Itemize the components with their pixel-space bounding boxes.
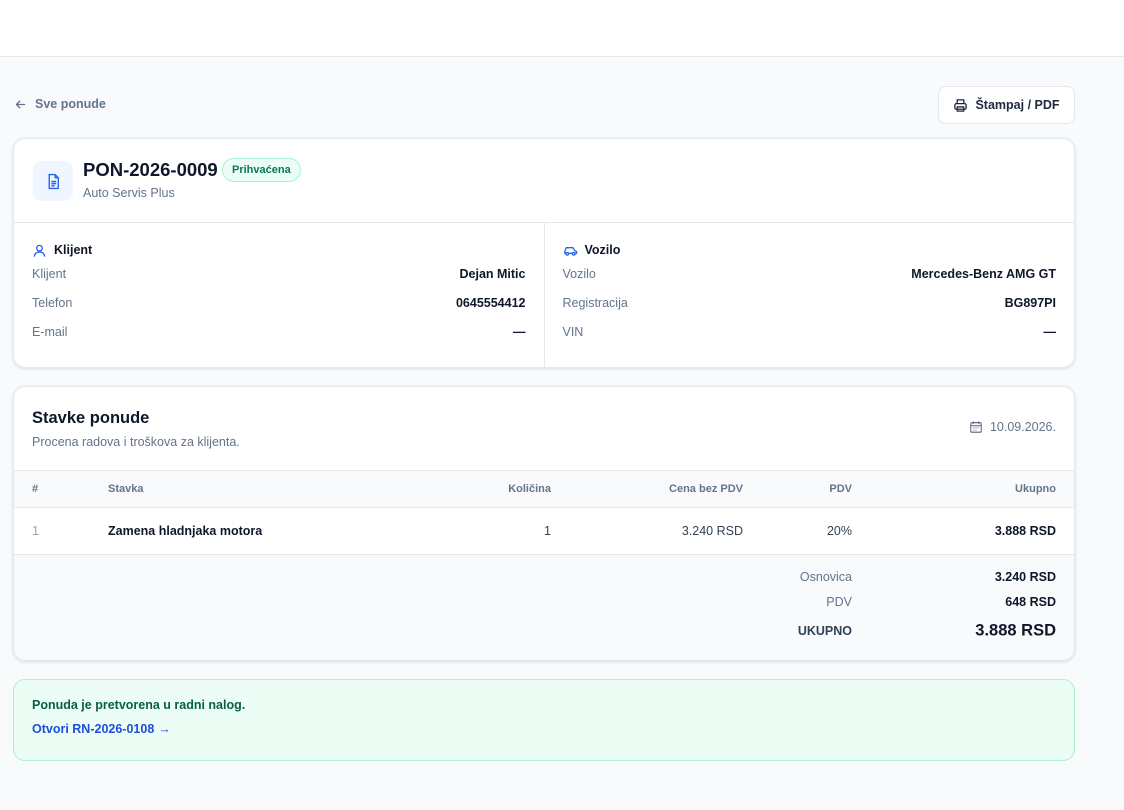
subtotal-row: Osnovica 3.240 RSD <box>14 567 1074 587</box>
back-to-quotes-link[interactable]: Sve ponude <box>14 96 106 112</box>
quote-date-value: 10.09.2026. <box>989 420 1056 434</box>
row-number: 1 <box>32 524 39 538</box>
col-header-total: Ukupno <box>1015 483 1056 495</box>
user-icon <box>33 244 46 257</box>
col-header-price: Cena bez PDV <box>669 483 743 495</box>
quote-header: PON-2026-0009 Prihvaćena Auto Servis Plu… <box>14 139 1074 223</box>
row-vat: 20% <box>826 524 852 538</box>
vehicle-model: Mercedes-Benz AMG GT <box>911 266 1056 281</box>
converted-notice: Ponuda je pretvorena u radni nalog. Otvo… <box>13 679 1075 761</box>
client-email-row: E-mail — <box>32 317 526 346</box>
client-section-title: Klijent <box>32 241 526 259</box>
row-quantity: 1 <box>544 524 551 538</box>
info-label: Registracija <box>562 295 628 310</box>
row-total: 3.888 RSD <box>994 524 1056 538</box>
row-item: Zamena hladnjaka motora <box>108 524 263 538</box>
notice-text: Ponuda je pretvorena u radni nalog. <box>32 698 246 712</box>
col-header-item: Stavka <box>108 483 144 495</box>
print-button-label: Štampaj / PDF <box>975 98 1060 112</box>
table-row: 1 Zamena hladnjaka motora 1 3.240 RSD 20… <box>14 508 1074 555</box>
vehicle-model-row: Vozilo Mercedes-Benz AMG GT <box>563 259 1057 288</box>
vehicle-section-title: Vozilo <box>563 241 1057 259</box>
grand-total-value: 3.888 RSD <box>975 621 1056 640</box>
row-price: 3.240 RSD <box>681 524 743 538</box>
info-label: Klijent <box>32 266 67 281</box>
subtotal-value: 3.240 RSD <box>994 570 1056 584</box>
quote-summary-card: PON-2026-0009 Prihvaćena Auto Servis Plu… <box>13 138 1075 368</box>
car-icon <box>563 246 577 256</box>
client-phone: 0645554412 <box>455 295 526 310</box>
items-header: Stavke ponude Procena radova i troškova … <box>14 387 1074 471</box>
quote-date: 10.09.2026. <box>969 420 1056 434</box>
grand-total-label: UKUPNO <box>797 624 852 638</box>
client-name: Dejan Mitic <box>459 266 526 281</box>
vehicle-section: Vozilo Vozilo Mercedes-Benz AMG GT Regis… <box>543 223 1075 367</box>
company-name: Auto Servis Plus <box>83 186 175 200</box>
client-email: — <box>513 324 526 339</box>
arrow-right-icon: → <box>158 722 171 736</box>
vehicle-registration-row: Registracija BG897PI <box>563 288 1057 317</box>
totals-section: Osnovica 3.240 RSD PDV 648 RSD UKUPNO 3.… <box>14 555 1074 660</box>
items-table-header: # Stavka Količina Cena bez PDV PDV Ukupn… <box>14 471 1074 508</box>
info-label: Telefon <box>32 295 73 310</box>
vat-total-value: 648 RSD <box>1005 595 1056 609</box>
vat-total-row: PDV 648 RSD <box>14 592 1074 612</box>
quote-items-card: Stavke ponude Procena radova i troškova … <box>13 386 1075 661</box>
status-badge: Prihvaćena <box>222 158 301 182</box>
open-work-order-link[interactable]: Otvori RN-2026-0108 → <box>32 722 171 736</box>
work-order-link-label: Otvori RN-2026-0108 <box>32 722 155 736</box>
client-section: Klijent Klijent Dejan Mitic Telefon 0645… <box>14 223 544 367</box>
print-pdf-button[interactable]: Štampaj / PDF <box>938 86 1075 124</box>
arrow-left-icon <box>15 100 26 108</box>
col-header-vat: PDV <box>829 483 852 495</box>
col-header-number: # <box>32 483 39 495</box>
info-label: E-mail <box>32 324 68 339</box>
vat-total-label: PDV <box>826 595 852 609</box>
vehicle-vin-row: VIN — <box>563 317 1057 346</box>
client-name-row: Klijent Dejan Mitic <box>32 259 526 288</box>
info-label: VIN <box>562 324 584 339</box>
info-label: Vozilo <box>562 266 596 281</box>
subtotal-label: Osnovica <box>799 570 852 584</box>
calendar-icon <box>970 421 982 433</box>
document-icon <box>33 161 73 201</box>
grand-total-row: UKUPNO 3.888 RSD <box>14 621 1074 641</box>
vehicle-registration: BG897PI <box>1004 295 1056 310</box>
back-link-label: Sve ponude <box>35 97 106 111</box>
vehicle-vin: — <box>1043 324 1057 339</box>
printer-icon <box>954 98 968 112</box>
col-header-quantity: Količina <box>508 483 551 495</box>
quote-number: PON-2026-0009 <box>83 159 218 180</box>
client-phone-row: Telefon 0645554412 <box>32 288 526 317</box>
items-subtitle: Procena radova i troškova za klijenta. <box>32 435 240 449</box>
top-bar <box>0 0 1124 57</box>
items-title: Stavke ponude <box>32 409 150 427</box>
